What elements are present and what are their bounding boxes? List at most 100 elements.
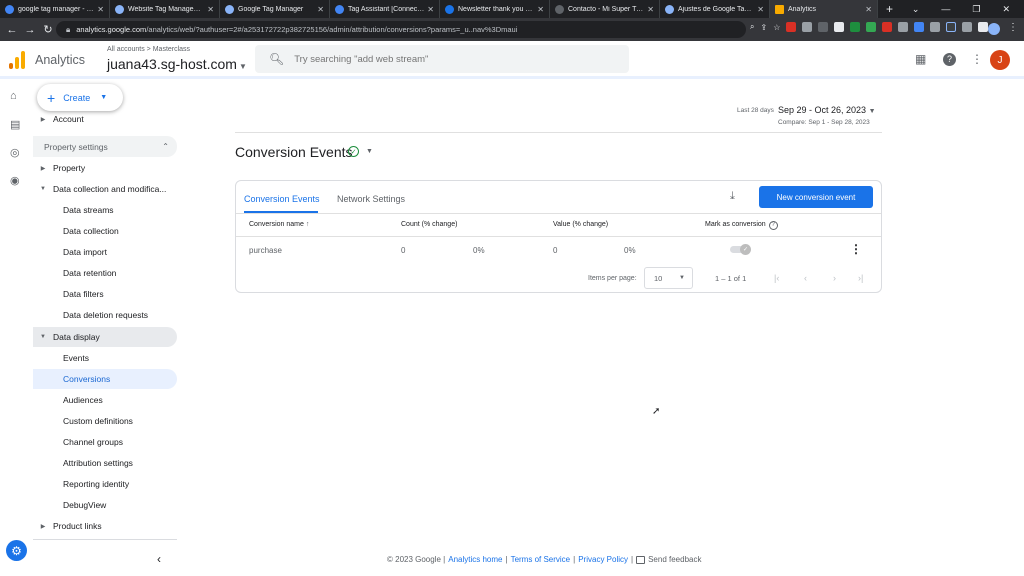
close-icon[interactable]: ✕ <box>207 5 214 14</box>
sidebar-item-channel-groups[interactable]: Channel groups <box>33 432 177 452</box>
sidebar-item-debugview[interactable]: DebugView <box>33 495 177 515</box>
address-bar[interactable]: 🔒︎ analytics.google.com/analytics/web/?a… <box>56 21 746 38</box>
extension-icon[interactable] <box>802 22 813 32</box>
close-icon[interactable]: ✕ <box>427 5 434 14</box>
new-conversion-event-button[interactable]: New conversion event <box>759 186 873 208</box>
breadcrumb[interactable]: All accounts > Masterclass <box>107 46 190 53</box>
avatar[interactable]: J <box>990 50 1010 70</box>
browser-tab[interactable]: Google Tag Manager ✕ <box>220 0 330 18</box>
browser-tab[interactable]: Website Tag Managemen ✕ <box>110 0 220 18</box>
sidebar-item-data-import[interactable]: Data import <box>33 242 177 262</box>
sidebar-section-property-settings[interactable]: Property settings ⌃ <box>33 136 177 157</box>
chevron-down-icon[interactable]: ⌄ <box>912 4 920 15</box>
home-icon[interactable]: ⌂ <box>10 90 17 102</box>
sidebar-item-data-filters[interactable]: Data filters <box>33 284 177 304</box>
admin-gear-icon[interactable]: ⚙ <box>6 540 27 561</box>
send-feedback-link[interactable]: Send feedback <box>636 555 701 564</box>
column-header-count[interactable]: Count (% change) <box>401 221 457 228</box>
next-page-icon[interactable]: › <box>833 273 836 283</box>
extension-icon[interactable] <box>850 22 861 32</box>
close-icon[interactable]: ✕ <box>317 5 324 14</box>
extension-icon[interactable] <box>834 22 845 32</box>
search-bar[interactable]: 🔍︎ <box>255 45 629 73</box>
first-page-icon[interactable]: |‹ <box>774 273 779 283</box>
more-vert-icon[interactable]: ⋮ <box>971 52 983 66</box>
apps-grid-icon[interactable]: ▦ <box>915 52 926 66</box>
mark-as-conversion-toggle[interactable]: ✓ <box>730 244 752 255</box>
extension-icon[interactable] <box>914 22 925 32</box>
forward-icon[interactable]: → <box>21 24 39 36</box>
browser-tab[interactable]: Tag Assistant [Connected] ✕ <box>330 0 440 18</box>
extension-icon[interactable] <box>946 22 957 32</box>
sidebar-item-custom-definitions[interactable]: Custom definitions <box>33 411 177 431</box>
sidebar-item-reporting-identity[interactable]: Reporting identity <box>33 474 177 494</box>
star-icon[interactable]: ☆ <box>773 23 780 32</box>
sidebar-item-audiences[interactable]: Audiences <box>33 390 177 410</box>
sidebar-item-account[interactable]: ▶ Account <box>33 109 177 129</box>
collapse-nav-icon[interactable]: ‹ <box>157 552 161 566</box>
minimize-icon[interactable]: — <box>941 4 950 15</box>
extension-icon[interactable] <box>882 22 893 32</box>
reading-list-icon[interactable] <box>978 22 989 32</box>
sidebar-item-data-collection-settings[interactable]: Data collection <box>33 221 177 241</box>
column-header-conversion-name[interactable]: Conversion name ↑ <box>249 221 309 228</box>
close-icon[interactable]: ✕ <box>757 5 764 14</box>
browser-menu-icon[interactable]: ⋮ <box>1008 22 1018 33</box>
share-icon[interactable]: ⇪ <box>760 23 767 32</box>
sidebar-item-property[interactable]: ▶ Property <box>33 158 177 178</box>
sidebar-item-data-display[interactable]: ▼ Data display <box>33 327 177 347</box>
sidebar-item-attribution-settings[interactable]: Attribution settings <box>33 453 177 473</box>
footer-link-privacy[interactable]: Privacy Policy <box>578 555 628 564</box>
back-icon[interactable]: ← <box>3 24 21 36</box>
sidebar-item-data-deletion-requests[interactable]: Data deletion requests <box>33 305 177 325</box>
close-icon[interactable]: ✕ <box>537 5 544 14</box>
browser-profile-avatar[interactable] <box>988 23 1000 35</box>
items-per-page-select[interactable]: 10 ▼ <box>644 267 693 289</box>
tab-conversion-events[interactable]: Conversion Events <box>244 194 320 204</box>
restore-icon[interactable]: ❐ <box>972 4 980 15</box>
close-window-icon[interactable]: ✕ <box>1002 4 1010 15</box>
close-icon[interactable]: ✕ <box>865 5 872 14</box>
sidebar-item-data-streams[interactable]: Data streams <box>33 200 177 220</box>
footer-link-analytics-home[interactable]: Analytics home <box>448 555 502 564</box>
advertising-icon[interactable]: ◉ <box>10 174 20 187</box>
date-range-picker[interactable]: Sep 29 - Oct 26, 2023 ▼ <box>778 105 876 115</box>
extension-icon[interactable] <box>898 22 909 32</box>
sidebar-item-data-retention[interactable]: Data retention <box>33 263 177 283</box>
more-vert-icon[interactable]: ⋮ <box>850 242 862 256</box>
analytics-logo-icon[interactable] <box>9 51 25 69</box>
last-page-icon[interactable]: ›| <box>858 273 863 283</box>
sidebar-item-conversions[interactable]: Conversions <box>33 369 177 389</box>
extension-icon[interactable] <box>930 22 941 32</box>
footer-link-terms[interactable]: Terms of Service <box>511 555 571 564</box>
close-icon[interactable]: ✕ <box>647 5 654 14</box>
explore-icon[interactable]: ◎ <box>10 146 20 159</box>
browser-tab[interactable]: Contacto - Mi Super Tien ✕ <box>550 0 660 18</box>
sidebar-item-product-links[interactable]: ▶ Product links <box>33 516 177 536</box>
column-header-value[interactable]: Value (% change) <box>553 221 608 228</box>
create-button[interactable]: + Create ▼ <box>37 84 123 111</box>
search-input[interactable] <box>294 53 595 65</box>
extension-icon[interactable] <box>786 22 797 32</box>
tab-network-settings[interactable]: Network Settings <box>337 194 405 204</box>
browser-tab[interactable]: Newsletter thank you - M ✕ <box>440 0 550 18</box>
help-icon[interactable]: ? <box>768 221 778 230</box>
sidebar-item-data-collection[interactable]: ▼ Data collection and modifica... <box>33 179 177 199</box>
sidebar-item-events[interactable]: Events <box>33 348 177 368</box>
caret-down-icon[interactable]: ▼ <box>366 148 373 155</box>
browser-tab[interactable]: Ajustes de Google Tag M ✕ <box>660 0 770 18</box>
extensions-puzzle-icon[interactable] <box>962 22 973 32</box>
check-circle-icon[interactable]: ✓ <box>348 146 359 157</box>
download-icon[interactable]: ⤓ <box>730 190 735 203</box>
reports-icon[interactable]: ▤ <box>10 118 20 131</box>
help-icon[interactable]: ? <box>943 53 956 66</box>
prev-page-icon[interactable]: ‹ <box>804 273 807 283</box>
extension-icon[interactable] <box>818 22 829 32</box>
search-icon[interactable]: ⌕ <box>750 22 754 32</box>
extension-icon[interactable] <box>866 22 877 32</box>
property-selector[interactable]: juana43.sg-host.com ▼ <box>107 56 247 72</box>
close-icon[interactable]: ✕ <box>97 5 104 14</box>
browser-tab-active[interactable]: Analytics ✕ <box>770 0 878 18</box>
browser-tab[interactable]: google tag manager - Go ✕ <box>0 0 110 18</box>
reload-icon[interactable]: ↻ <box>39 23 57 36</box>
